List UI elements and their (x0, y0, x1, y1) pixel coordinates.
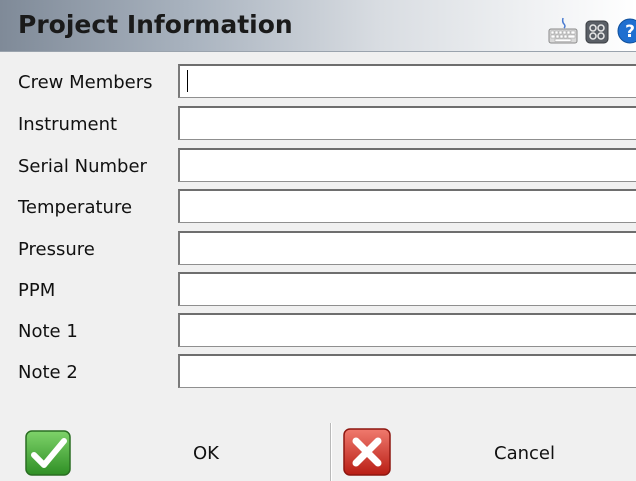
temperature-label: Temperature (18, 197, 133, 218)
x-icon (342, 427, 392, 481)
pressure-label: Pressure (18, 239, 95, 260)
temperature-input[interactable] (178, 189, 636, 223)
cancel-button[interactable]: Cancel (332, 421, 636, 481)
ppm-input[interactable] (178, 272, 636, 306)
ppm-label: PPM (18, 280, 56, 301)
note-2-input[interactable] (178, 354, 636, 388)
title-bar: Project Information ? (0, 0, 636, 52)
text-caret (187, 70, 188, 92)
serial-number-label: Serial Number (18, 156, 147, 177)
crew-members-input[interactable] (178, 64, 636, 98)
form-row-note-1: Note 1 (0, 313, 636, 349)
form-row-crew-members: Crew Members (0, 64, 636, 100)
checkmark-icon (24, 429, 72, 481)
note-1-input[interactable] (178, 313, 636, 347)
button-bar: OK Cancel (0, 421, 636, 481)
form-row-pressure: Pressure (0, 231, 636, 267)
grid-icon[interactable] (585, 20, 609, 48)
note-1-label: Note 1 (18, 321, 78, 342)
form-row-note-2: Note 2 (0, 354, 636, 390)
ok-button-label: OK (193, 443, 219, 464)
form-row-temperature: Temperature (0, 189, 636, 225)
cancel-button-label: Cancel (494, 443, 555, 464)
button-divider (330, 423, 331, 481)
pressure-input[interactable] (178, 231, 636, 265)
form-row-ppm: PPM (0, 272, 636, 308)
instrument-label: Instrument (18, 114, 118, 135)
form-row-serial-number: Serial Number (0, 148, 636, 184)
crew-members-label: Crew Members (18, 72, 153, 93)
note-2-label: Note 2 (18, 362, 78, 383)
form-row-instrument: Instrument (0, 106, 636, 142)
instrument-input[interactable] (178, 106, 636, 140)
help-icon[interactable]: ? (617, 18, 636, 48)
serial-number-input[interactable] (178, 148, 636, 182)
ok-button[interactable]: OK (0, 421, 330, 481)
page-title: Project Information (18, 10, 293, 39)
keyboard-icon[interactable] (548, 16, 578, 48)
svg-text:?: ? (625, 22, 635, 42)
